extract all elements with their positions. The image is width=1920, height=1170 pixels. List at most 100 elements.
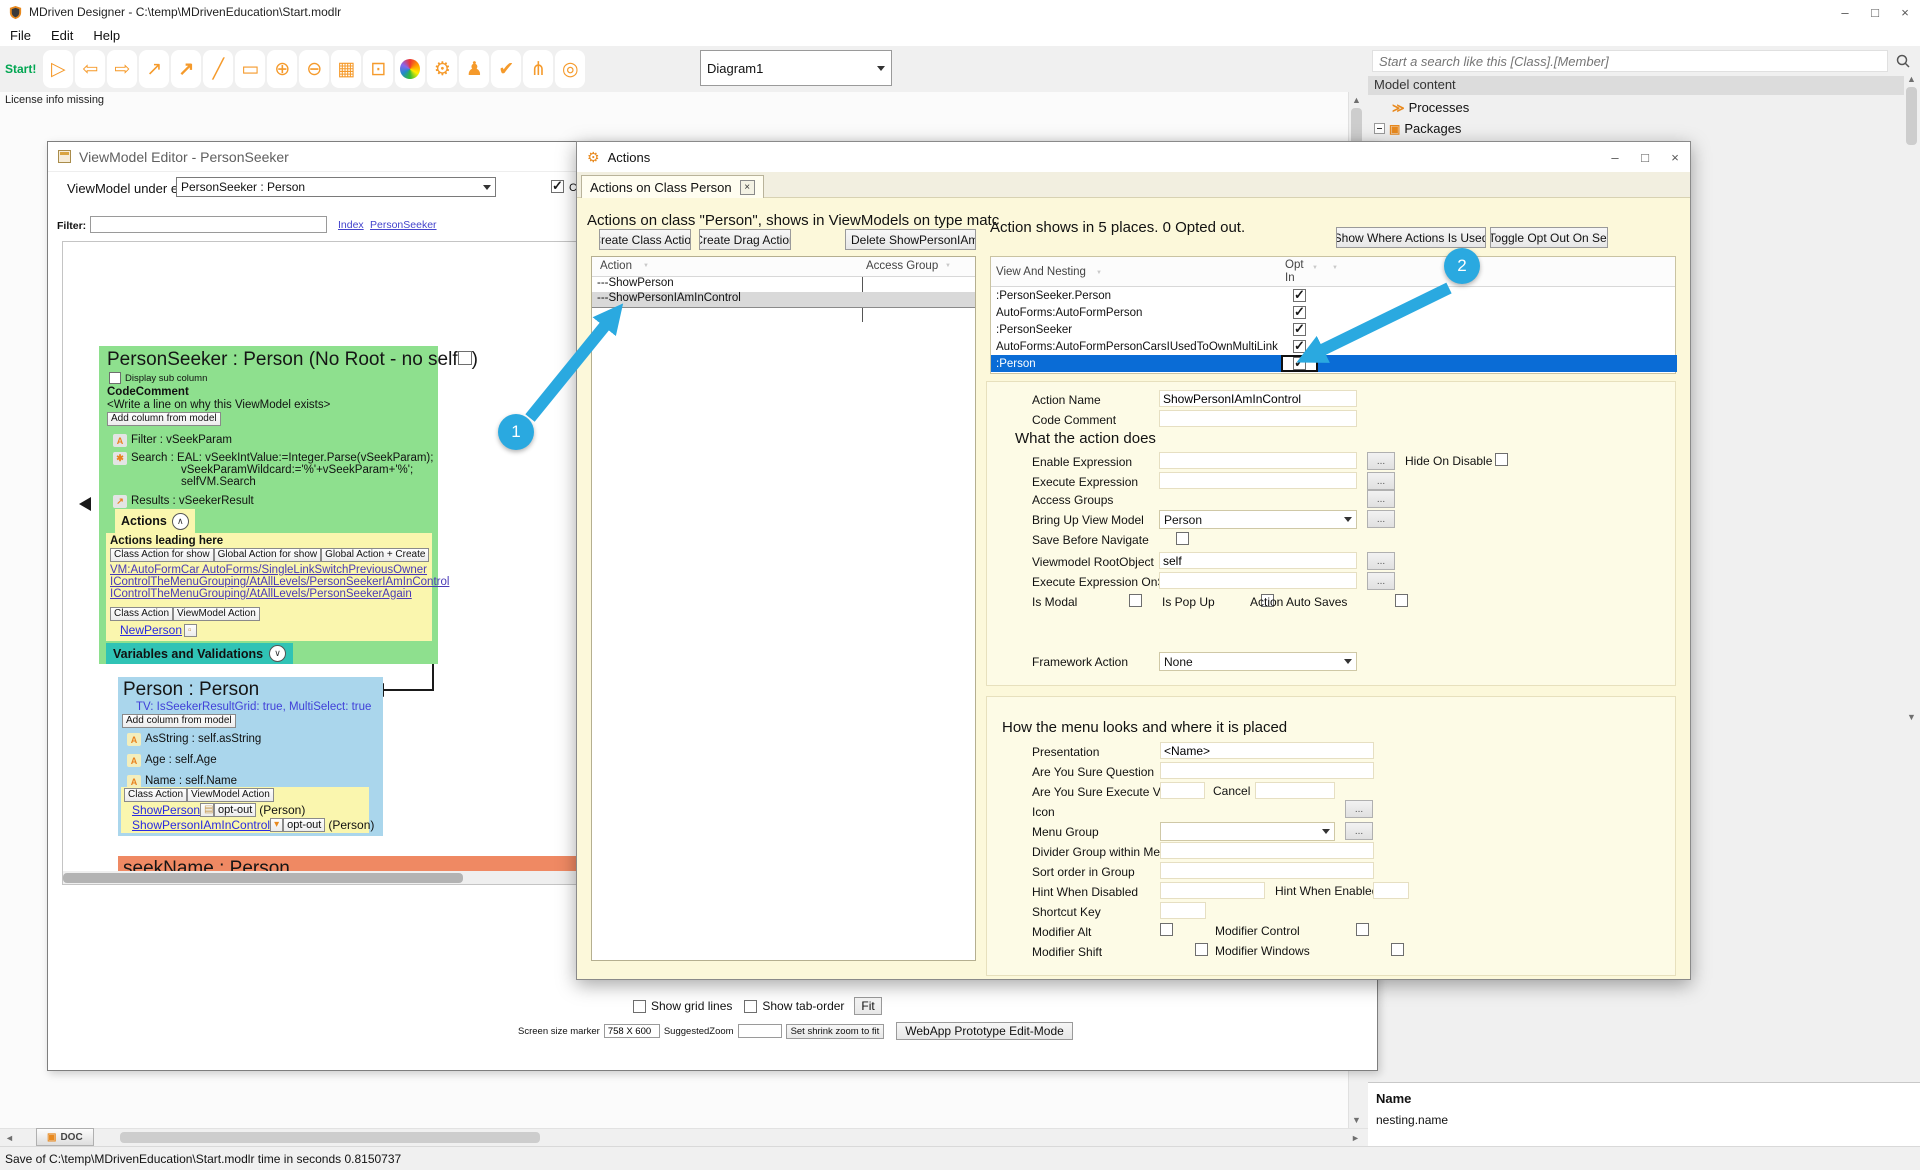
hscroll-thumb[interactable] xyxy=(120,1132,540,1143)
column-row-results[interactable]: ↗ Results : vSeekerResult xyxy=(113,495,254,508)
menu-help[interactable]: Help xyxy=(83,26,130,45)
tree-vscrollbar[interactable]: ▲ ▼ xyxy=(1904,72,1920,724)
scroll-right-icon[interactable]: ► xyxy=(1348,1133,1363,1143)
show-tab-order-checkbox[interactable] xyxy=(744,1000,757,1013)
association-arrow-icon[interactable]: ↗ xyxy=(139,50,169,88)
zoom-in-icon[interactable]: ⊕ xyxy=(267,50,297,88)
column-row-search[interactable]: ✱ Search : EAL: vSeekIntValue:=Integer.P… xyxy=(113,452,433,488)
viewmodel-action-button[interactable]: ViewModel Action xyxy=(187,788,274,802)
action-name-input[interactable] xyxy=(1159,390,1357,407)
shortcut-key-input[interactable] xyxy=(1160,902,1206,919)
doc-tab[interactable]: ▣ DOC xyxy=(36,1128,94,1146)
variables-validations-bar[interactable]: Variables and Validations ∨ xyxy=(106,643,293,664)
showperson-link[interactable]: ShowPerson xyxy=(132,803,200,817)
save-before-navigate-checkbox[interactable] xyxy=(1176,532,1189,545)
class-action-button[interactable]: Class Action xyxy=(124,788,187,802)
column-row-age[interactable]: A Age : self.Age xyxy=(127,754,217,767)
column-opt-in-2[interactable]: In xyxy=(1285,272,1295,284)
menu-group-ellipsis-button[interactable]: ... xyxy=(1345,822,1373,840)
hint-when-disabled-input[interactable] xyxy=(1160,882,1265,899)
opt-out-button[interactable]: opt-out xyxy=(214,803,256,817)
suggested-zoom-input[interactable] xyxy=(738,1024,782,1038)
code-comment-input[interactable] xyxy=(1159,410,1357,427)
opt-in-checkbox[interactable] xyxy=(1293,323,1306,336)
action-row-showperson[interactable]: ---ShowPerson xyxy=(592,277,975,292)
tab-actions-on-class-person[interactable]: Actions on Class Person × xyxy=(581,175,764,198)
menu-group-select[interactable] xyxy=(1160,822,1335,841)
clipped-checkbox[interactable] xyxy=(551,180,564,193)
display-sub-checkbox[interactable] xyxy=(109,372,121,384)
class-action-for-show-button[interactable]: Class Action for show xyxy=(110,548,214,562)
column-view-and-nesting[interactable]: View And Nesting xyxy=(996,266,1086,278)
scroll-up-icon[interactable]: ▲ xyxy=(1349,95,1364,105)
are-you-sure-question-input[interactable] xyxy=(1160,762,1374,779)
search-icon[interactable] xyxy=(1896,54,1910,68)
add-column-button[interactable]: Add column from model xyxy=(107,412,221,426)
opt-in-checkbox[interactable] xyxy=(1293,289,1306,302)
modifier-windows-checkbox[interactable] xyxy=(1391,943,1404,956)
forward-arrow-icon[interactable]: ⇨ xyxy=(107,50,137,88)
global-action-create-button[interactable]: Global Action + Create xyxy=(321,548,429,562)
enable-expression-input[interactable] xyxy=(1159,452,1357,469)
global-action-for-show-button[interactable]: Global Action for show xyxy=(214,548,322,562)
action-link-autoformcar[interactable]: VM:AutoFormCar AutoForms/SingleLinkSwitc… xyxy=(110,564,428,576)
scroll-down-icon[interactable]: ▼ xyxy=(1904,712,1919,722)
column-action[interactable]: Action xyxy=(600,260,632,272)
fit-button[interactable]: Fit xyxy=(854,997,881,1015)
presentation-input[interactable] xyxy=(1160,742,1374,759)
minimize-icon[interactable]: – xyxy=(1600,150,1630,165)
color-wheel-icon[interactable] xyxy=(395,50,425,88)
are-you-sure-verb-input[interactable] xyxy=(1160,782,1205,799)
action-link-again[interactable]: IControlTheMenuGrouping/AtAllLevels/Pers… xyxy=(110,588,428,600)
divider-group-input[interactable] xyxy=(1160,842,1374,859)
play-icon[interactable]: ▷ xyxy=(43,50,73,88)
mini-dropdown-icon[interactable]: ▾ xyxy=(270,818,283,832)
create-class-action-button[interactable]: Create Class Action xyxy=(599,229,691,250)
close-icon[interactable]: × xyxy=(1890,5,1920,20)
screen-size-input[interactable] xyxy=(604,1024,660,1038)
showpersoniamincontrol-link[interactable]: ShowPersonIAmInControl xyxy=(132,818,270,832)
diagram-select[interactable]: Diagram1 xyxy=(700,50,892,86)
expand-circle-icon[interactable]: ∨ xyxy=(269,645,286,662)
nesting-row[interactable]: AutoForms:AutoFormPersonCarsIUsedToOwnMu… xyxy=(991,338,1677,355)
class-action-button[interactable]: Class Action xyxy=(110,607,173,621)
opt-out-button[interactable]: opt-out xyxy=(283,818,325,832)
create-drag-action-button[interactable]: Create Drag Action xyxy=(699,229,791,250)
framework-action-select[interactable]: None xyxy=(1159,652,1357,671)
execute-expression-input[interactable] xyxy=(1159,472,1357,489)
opt-in-checkbox[interactable] xyxy=(1293,357,1306,370)
webapp-prototype-button[interactable]: WebApp Prototype Edit-Mode xyxy=(896,1022,1073,1040)
minimize-icon[interactable]: – xyxy=(1830,5,1860,20)
index-target-link[interactable]: PersonSeeker xyxy=(370,219,437,231)
modifier-shift-checkbox[interactable] xyxy=(1195,943,1208,956)
hide-on-disable-checkbox[interactable] xyxy=(1495,453,1508,466)
toggle-opt-out-button[interactable]: Toggle Opt Out On Sel xyxy=(1490,227,1608,248)
viewmodel-action-button[interactable]: ViewModel Action xyxy=(173,607,260,621)
column-row-asstring[interactable]: A AsString : self.asString xyxy=(127,733,261,746)
sidebar-item-processes[interactable]: ≫ Processes xyxy=(1392,98,1469,117)
bottom-hscrollbar[interactable]: ◄ ► ▣ DOC xyxy=(0,1128,1368,1146)
menu-file[interactable]: File xyxy=(0,26,41,45)
filter-icon[interactable]: ▼ xyxy=(945,263,951,269)
validate-check-icon[interactable]: ✔ xyxy=(491,50,521,88)
action-auto-saves-checkbox[interactable] xyxy=(1395,594,1408,607)
frame-select-icon[interactable]: ▭ xyxy=(235,50,265,88)
actions-tab[interactable]: Actions ∧ xyxy=(115,509,195,533)
viewmodel-class-blue[interactable]: Person : Person TV: IsSeekerResultGrid: … xyxy=(118,677,383,836)
tab-close-icon[interactable]: × xyxy=(740,180,755,195)
filter-icon[interactable]: ▼ xyxy=(643,263,649,269)
mini-note-icon[interactable]: ▤ xyxy=(200,803,214,817)
scroll-left-icon[interactable]: ◄ xyxy=(2,1133,17,1143)
scroll-up-icon[interactable]: ▲ xyxy=(1904,74,1919,84)
codecomment-hint[interactable]: <Write a line on why this ViewModel exis… xyxy=(107,399,330,411)
search-input[interactable] xyxy=(1372,50,1888,72)
filter-icon[interactable]: ▼ xyxy=(1332,265,1338,271)
sidebar-item-packages[interactable]: ▣ Packages xyxy=(1374,119,1461,138)
filter-icon[interactable]: ▼ xyxy=(1312,265,1318,271)
hscroll-thumb[interactable] xyxy=(63,873,463,883)
nesting-row-selected[interactable]: :Person xyxy=(991,355,1677,372)
run-window-icon[interactable]: ⊡ xyxy=(363,50,393,88)
zoom-out-icon[interactable]: ⊖ xyxy=(299,50,329,88)
bring-up-ellipsis-button[interactable]: ... xyxy=(1367,510,1395,528)
dialog-titlebar[interactable]: ⚙ Actions – □ × xyxy=(577,142,1690,172)
